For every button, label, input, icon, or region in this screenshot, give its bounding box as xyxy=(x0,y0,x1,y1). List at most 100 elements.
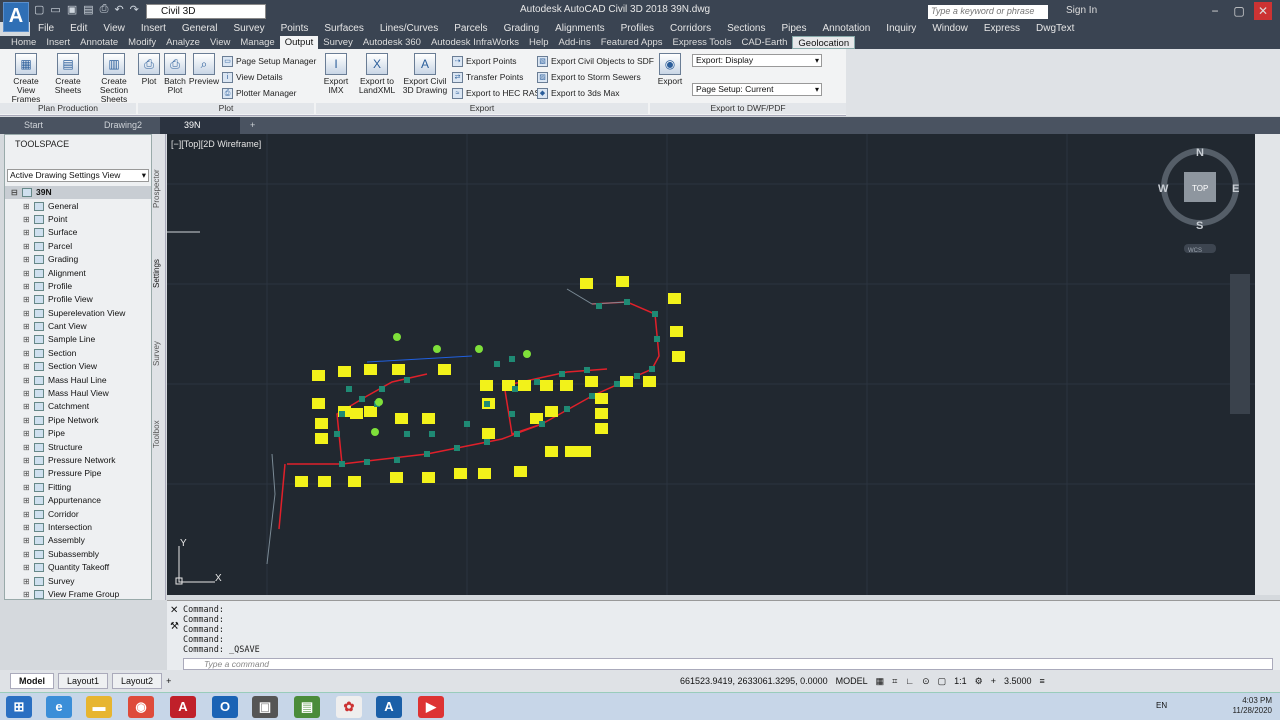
tree-item-alignment[interactable]: ⊞ Alignment xyxy=(5,266,151,279)
menu-pipes[interactable]: Pipes xyxy=(773,22,814,36)
expand-icon[interactable]: ⊞ xyxy=(23,293,32,306)
pipe-label[interactable] xyxy=(565,446,578,457)
saveas-icon[interactable]: ▤ xyxy=(83,3,93,19)
expand-icon[interactable]: ⊞ xyxy=(23,360,32,373)
pipe-label[interactable] xyxy=(545,446,558,457)
tab-annotate[interactable]: Annotate xyxy=(75,36,123,49)
page-setup-manager-button[interactable]: ▭ Page Setup Manager xyxy=(222,53,316,69)
export-civil-objects-sdf-button[interactable]: ▧ Export Civil Objects to SDF xyxy=(537,53,654,69)
recorder-icon[interactable]: ▶ xyxy=(418,696,444,718)
structure-symbol[interactable] xyxy=(424,451,430,457)
undo-icon[interactable]: ↶ xyxy=(114,3,123,19)
tree-item-pipe[interactable]: ⊞ Pipe xyxy=(5,427,151,440)
expand-icon[interactable]: ⊞ xyxy=(23,588,32,601)
tree-item-subassembly[interactable]: ⊞ Subassembly xyxy=(5,548,151,561)
create-section-sheets-button[interactable]: ▥ Create Section Sheets xyxy=(88,53,140,104)
tab-survey[interactable]: Survey xyxy=(318,36,358,49)
pipe-label[interactable] xyxy=(395,413,408,424)
structure-symbol[interactable] xyxy=(509,411,515,417)
structure-symbol[interactable] xyxy=(654,336,660,342)
menu-inquiry[interactable]: Inquiry xyxy=(878,22,924,36)
tab-prospector[interactable]: Prospector xyxy=(152,164,166,214)
collapse-icon[interactable]: ⊟ xyxy=(11,186,20,199)
expand-icon[interactable]: ⊞ xyxy=(23,307,32,320)
osnap-icon[interactable]: ▢ xyxy=(938,676,947,687)
pipe-label[interactable] xyxy=(595,423,608,434)
expand-icon[interactable]: ⊞ xyxy=(23,400,32,413)
tree-symbol[interactable] xyxy=(433,345,441,353)
tab-drawing2[interactable]: Drawing2 xyxy=(80,117,160,134)
tree-symbol[interactable] xyxy=(375,398,383,406)
menu-insert[interactable]: Insert xyxy=(133,22,174,36)
menu-surfaces[interactable]: Surfaces xyxy=(316,22,371,36)
pipe-label[interactable] xyxy=(545,406,558,417)
polar-icon[interactable]: ⊙ xyxy=(922,676,930,687)
structure-symbol[interactable] xyxy=(346,386,352,392)
expand-icon[interactable]: ⊞ xyxy=(23,467,32,480)
menu-lines-curves[interactable]: Lines/Curves xyxy=(372,22,446,36)
expand-icon[interactable]: ⊞ xyxy=(23,508,32,521)
pipe-label[interactable] xyxy=(364,406,377,417)
pipe-label[interactable] xyxy=(585,376,598,387)
grid-icon[interactable]: ▦ xyxy=(876,676,885,687)
tree-item-parcel[interactable]: ⊞ Parcel xyxy=(5,240,151,253)
pipe-label[interactable] xyxy=(350,408,363,419)
pipe-label[interactable] xyxy=(668,293,681,304)
tab-autodesk-360[interactable]: Autodesk 360 xyxy=(358,36,426,49)
tab-start[interactable]: Start xyxy=(0,117,80,134)
pipe-label[interactable] xyxy=(560,380,573,391)
viewcube-top[interactable]: TOP xyxy=(1192,184,1208,193)
expand-icon[interactable]: ⊞ xyxy=(23,213,32,226)
menu-alignments[interactable]: Alignments xyxy=(547,22,612,36)
menu-view[interactable]: View xyxy=(95,22,133,36)
menu-express[interactable]: Express xyxy=(976,22,1028,36)
tab-manage[interactable]: Manage xyxy=(235,36,279,49)
redo-icon[interactable]: ↷ xyxy=(130,3,139,19)
menu-parcels[interactable]: Parcels xyxy=(446,22,495,36)
minimize-icon[interactable]: − xyxy=(1206,2,1224,20)
export-dwf-button[interactable]: ◉ Export xyxy=(656,53,684,86)
language-indicator[interactable]: EN xyxy=(1156,701,1167,710)
structure-symbol[interactable] xyxy=(359,396,365,402)
expand-icon[interactable]: ⊞ xyxy=(23,521,32,534)
export-storm-sewers-button[interactable]: ▨ Export to Storm Sewers xyxy=(537,69,654,85)
tree-item-superelevation-view[interactable]: ⊞ Superelevation View xyxy=(5,307,151,320)
menu-annotation[interactable]: Annotation xyxy=(814,22,878,36)
pipe-label[interactable] xyxy=(364,364,377,375)
start-icon[interactable]: ⊞ xyxy=(6,696,32,718)
expand-icon[interactable]: ⊞ xyxy=(23,548,32,561)
structure-symbol[interactable] xyxy=(339,411,345,417)
expand-icon[interactable]: ⊞ xyxy=(23,267,32,280)
structure-symbol[interactable] xyxy=(464,421,470,427)
structure-symbol[interactable] xyxy=(364,459,370,465)
tree-symbol[interactable] xyxy=(393,333,401,341)
tab-modify[interactable]: Modify xyxy=(123,36,161,49)
tab-analyze[interactable]: Analyze xyxy=(161,36,205,49)
structure-symbol[interactable] xyxy=(589,393,595,399)
tab-geolocation[interactable]: Geolocation xyxy=(792,36,856,49)
ortho-icon[interactable]: ∟ xyxy=(905,676,914,686)
pipe-label[interactable] xyxy=(518,380,531,391)
tree-symbol[interactable] xyxy=(523,350,531,358)
tree-item-sample-line[interactable]: ⊞ Sample Line xyxy=(5,333,151,346)
create-sheets-button[interactable]: ▤ Create Sheets xyxy=(52,53,84,104)
tab-settings-side[interactable]: Settings xyxy=(152,249,166,299)
structure-symbol[interactable] xyxy=(596,303,602,309)
plus-icon[interactable]: + xyxy=(991,676,996,686)
workspace-select[interactable]: Civil 3D xyxy=(146,4,266,19)
tree-item-mass-haul-line[interactable]: ⊞ Mass Haul Line xyxy=(5,373,151,386)
pipe-label[interactable] xyxy=(438,364,451,375)
expand-icon[interactable]: ⊞ xyxy=(23,534,32,547)
export-3ds-max-button[interactable]: ◆ Export to 3ds Max xyxy=(537,85,654,101)
pipe-label[interactable] xyxy=(295,476,308,487)
expand-icon[interactable]: ⊞ xyxy=(23,494,32,507)
tree-symbol[interactable] xyxy=(475,345,483,353)
tab-home[interactable]: Home xyxy=(6,36,41,49)
customize-icon[interactable]: ≡ xyxy=(1040,676,1045,686)
pipe-label[interactable] xyxy=(312,370,325,381)
tree-root[interactable]: ⊟ 39N xyxy=(5,186,151,200)
structure-symbol[interactable] xyxy=(334,431,340,437)
export-display-select[interactable]: Export: Display xyxy=(692,54,822,67)
ie-icon[interactable]: e xyxy=(46,696,72,718)
expand-icon[interactable]: ⊞ xyxy=(23,320,32,333)
